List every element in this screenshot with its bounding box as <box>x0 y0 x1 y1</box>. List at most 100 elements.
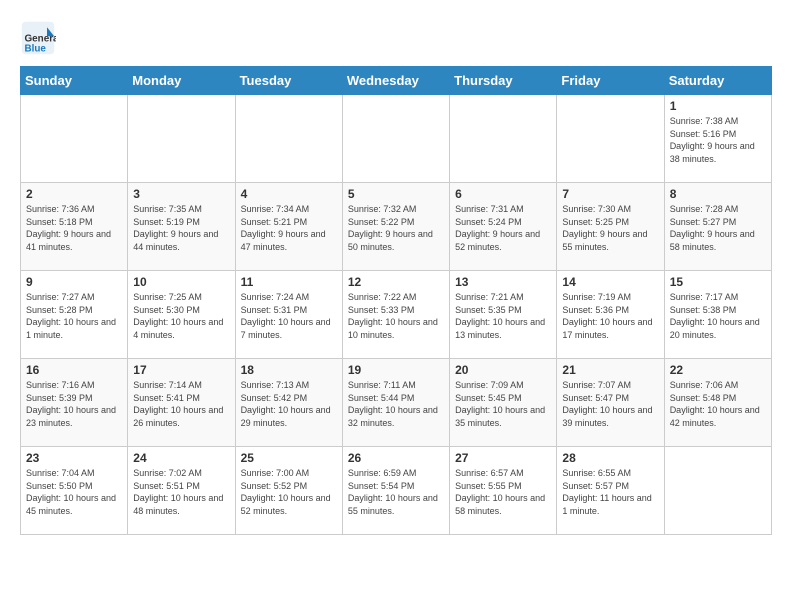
weekday-header-tuesday: Tuesday <box>235 67 342 95</box>
calendar-cell: 7Sunrise: 7:30 AM Sunset: 5:25 PM Daylig… <box>557 183 664 271</box>
day-number: 18 <box>241 363 337 377</box>
day-number: 15 <box>670 275 766 289</box>
day-number: 14 <box>562 275 658 289</box>
day-number: 13 <box>455 275 551 289</box>
calendar-cell: 5 Sunrise: 7:32 AM Sunset: 5:22 PM Daylig… <box>342 183 449 271</box>
day-number: 12 <box>348 275 444 289</box>
day-number: 6 <box>455 187 551 201</box>
day-info: Sunrise: 6:57 AM Sunset: 5:55 PM Dayligh… <box>455 467 551 517</box>
calendar-week-1: 2 Sunrise: 7:36 AM Sunset: 5:18 PM Daylig… <box>21 183 772 271</box>
day-info: Sunrise: 7:04 AM Sunset: 5:50 PM Dayligh… <box>26 467 122 517</box>
weekday-header-wednesday: Wednesday <box>342 67 449 95</box>
day-info: Sunrise: 6:55 AM Sunset: 5:57 PM Dayligh… <box>562 467 658 517</box>
weekday-header-thursday: Thursday <box>450 67 557 95</box>
day-info: Sunrise: 7:35 AM Sunset: 5:19 PM Dayligh… <box>133 203 229 253</box>
calendar-cell: 19 Sunrise: 7:11 AM Sunset: 5:44 PM Dayli… <box>342 359 449 447</box>
day-number: 26 <box>348 451 444 465</box>
day-info: Sunrise: 7:21 AM Sunset: 5:35 PM Dayligh… <box>455 291 551 341</box>
calendar-cell: 12 Sunrise: 7:22 AM Sunset: 5:33 PM Dayli… <box>342 271 449 359</box>
calendar-cell <box>557 95 664 183</box>
day-info: Sunrise: 7:13 AM Sunset: 5:42 PM Dayligh… <box>241 379 337 429</box>
calendar-cell: 10 Sunrise: 7:25 AM Sunset: 5:30 PM Dayli… <box>128 271 235 359</box>
calendar-table: SundayMondayTuesdayWednesdayThursdayFrid… <box>20 66 772 535</box>
calendar-cell: 14 Sunrise: 7:19 AM Sunset: 5:36 PM Dayli… <box>557 271 664 359</box>
day-number: 20 <box>455 363 551 377</box>
calendar-cell: 9 Sunrise: 7:27 AM Sunset: 5:28 PM Daylig… <box>21 271 128 359</box>
calendar-cell: 28 Sunrise: 6:55 AM Sunset: 5:57 PM Dayli… <box>557 447 664 535</box>
day-number: 1 <box>670 99 766 113</box>
calendar-cell: 4 Sunrise: 7:34 AM Sunset: 5:21 PM Daylig… <box>235 183 342 271</box>
day-info: Sunrise: 7:07 AM Sunset: 5:47 PM Dayligh… <box>562 379 658 429</box>
day-info: Sunrise: 7:24 AM Sunset: 5:31 PM Dayligh… <box>241 291 337 341</box>
calendar-cell: 26 Sunrise: 6:59 AM Sunset: 5:54 PM Dayli… <box>342 447 449 535</box>
day-info: Sunrise: 7:02 AM Sunset: 5:51 PM Dayligh… <box>133 467 229 517</box>
day-info: Sunrise: 7:11 AM Sunset: 5:44 PM Dayligh… <box>348 379 444 429</box>
calendar-cell: 22 Sunrise: 7:06 AM Sunset: 5:48 PM Dayli… <box>664 359 771 447</box>
calendar-week-2: 9 Sunrise: 7:27 AM Sunset: 5:28 PM Daylig… <box>21 271 772 359</box>
day-info: Sunrise: 7:22 AM Sunset: 5:33 PM Dayligh… <box>348 291 444 341</box>
logo: General Blue <box>20 20 60 56</box>
calendar-cell: 25 Sunrise: 7:00 AM Sunset: 5:52 PM Dayli… <box>235 447 342 535</box>
day-number: 2 <box>26 187 122 201</box>
day-number: 5 <box>348 187 444 201</box>
day-info: Sunrise: 7:14 AM Sunset: 5:41 PM Dayligh… <box>133 379 229 429</box>
calendar-cell: 11 Sunrise: 7:24 AM Sunset: 5:31 PM Dayli… <box>235 271 342 359</box>
day-number: 11 <box>241 275 337 289</box>
weekday-header-monday: Monday <box>128 67 235 95</box>
day-info: Sunrise: 7:06 AM Sunset: 5:48 PM Dayligh… <box>670 379 766 429</box>
day-number: 24 <box>133 451 229 465</box>
day-number: 9 <box>26 275 122 289</box>
day-info: Sunrise: 6:59 AM Sunset: 5:54 PM Dayligh… <box>348 467 444 517</box>
calendar-cell <box>235 95 342 183</box>
calendar-cell: 21 Sunrise: 7:07 AM Sunset: 5:47 PM Dayli… <box>557 359 664 447</box>
day-info: Sunrise: 7:28 AM Sunset: 5:27 PM Dayligh… <box>670 203 766 253</box>
calendar-header-row: SundayMondayTuesdayWednesdayThursdayFrid… <box>21 67 772 95</box>
day-info: Sunrise: 7:00 AM Sunset: 5:52 PM Dayligh… <box>241 467 337 517</box>
calendar-cell: 3 Sunrise: 7:35 AM Sunset: 5:19 PM Daylig… <box>128 183 235 271</box>
calendar-cell: 1 Sunrise: 7:38 AM Sunset: 5:16 PM Daylig… <box>664 95 771 183</box>
day-number: 23 <box>26 451 122 465</box>
day-info: Sunrise: 7:32 AM Sunset: 5:22 PM Dayligh… <box>348 203 444 253</box>
day-number: 4 <box>241 187 337 201</box>
weekday-header-sunday: Sunday <box>21 67 128 95</box>
calendar-week-4: 23 Sunrise: 7:04 AM Sunset: 5:50 PM Dayli… <box>21 447 772 535</box>
day-info: Sunrise: 7:38 AM Sunset: 5:16 PM Dayligh… <box>670 115 766 165</box>
calendar-cell <box>342 95 449 183</box>
day-number: 7 <box>562 187 658 201</box>
day-number: 28 <box>562 451 658 465</box>
weekday-header-saturday: Saturday <box>664 67 771 95</box>
day-info: Sunrise: 7:36 AM Sunset: 5:18 PM Dayligh… <box>26 203 122 253</box>
calendar-week-3: 16 Sunrise: 7:16 AM Sunset: 5:39 PM Dayli… <box>21 359 772 447</box>
weekday-header-friday: Friday <box>557 67 664 95</box>
calendar-cell: 24 Sunrise: 7:02 AM Sunset: 5:51 PM Dayli… <box>128 447 235 535</box>
calendar-cell: 8Sunrise: 7:28 AM Sunset: 5:27 PM Daylig… <box>664 183 771 271</box>
day-number: 19 <box>348 363 444 377</box>
day-number: 16 <box>26 363 122 377</box>
day-info: Sunrise: 7:25 AM Sunset: 5:30 PM Dayligh… <box>133 291 229 341</box>
calendar-cell: 20 Sunrise: 7:09 AM Sunset: 5:45 PM Dayli… <box>450 359 557 447</box>
calendar-cell: 6 Sunrise: 7:31 AM Sunset: 5:24 PM Daylig… <box>450 183 557 271</box>
calendar-cell <box>450 95 557 183</box>
calendar-cell <box>664 447 771 535</box>
day-number: 27 <box>455 451 551 465</box>
day-info: Sunrise: 7:09 AM Sunset: 5:45 PM Dayligh… <box>455 379 551 429</box>
day-info: Sunrise: 7:34 AM Sunset: 5:21 PM Dayligh… <box>241 203 337 253</box>
day-info: Sunrise: 7:31 AM Sunset: 5:24 PM Dayligh… <box>455 203 551 253</box>
day-number: 3 <box>133 187 229 201</box>
page-header: General Blue <box>20 20 772 56</box>
svg-text:Blue: Blue <box>25 44 47 55</box>
day-number: 21 <box>562 363 658 377</box>
day-info: Sunrise: 7:17 AM Sunset: 5:38 PM Dayligh… <box>670 291 766 341</box>
day-info: Sunrise: 7:27 AM Sunset: 5:28 PM Dayligh… <box>26 291 122 341</box>
day-number: 10 <box>133 275 229 289</box>
calendar-cell: 23 Sunrise: 7:04 AM Sunset: 5:50 PM Dayli… <box>21 447 128 535</box>
calendar-cell: 2 Sunrise: 7:36 AM Sunset: 5:18 PM Daylig… <box>21 183 128 271</box>
day-info: Sunrise: 7:19 AM Sunset: 5:36 PM Dayligh… <box>562 291 658 341</box>
day-number: 25 <box>241 451 337 465</box>
day-number: 22 <box>670 363 766 377</box>
calendar-cell: 18 Sunrise: 7:13 AM Sunset: 5:42 PM Dayli… <box>235 359 342 447</box>
calendar-cell <box>128 95 235 183</box>
day-info: Sunrise: 7:16 AM Sunset: 5:39 PM Dayligh… <box>26 379 122 429</box>
calendar-week-0: 1 Sunrise: 7:38 AM Sunset: 5:16 PM Daylig… <box>21 95 772 183</box>
calendar-cell: 17Sunrise: 7:14 AM Sunset: 5:41 PM Dayli… <box>128 359 235 447</box>
